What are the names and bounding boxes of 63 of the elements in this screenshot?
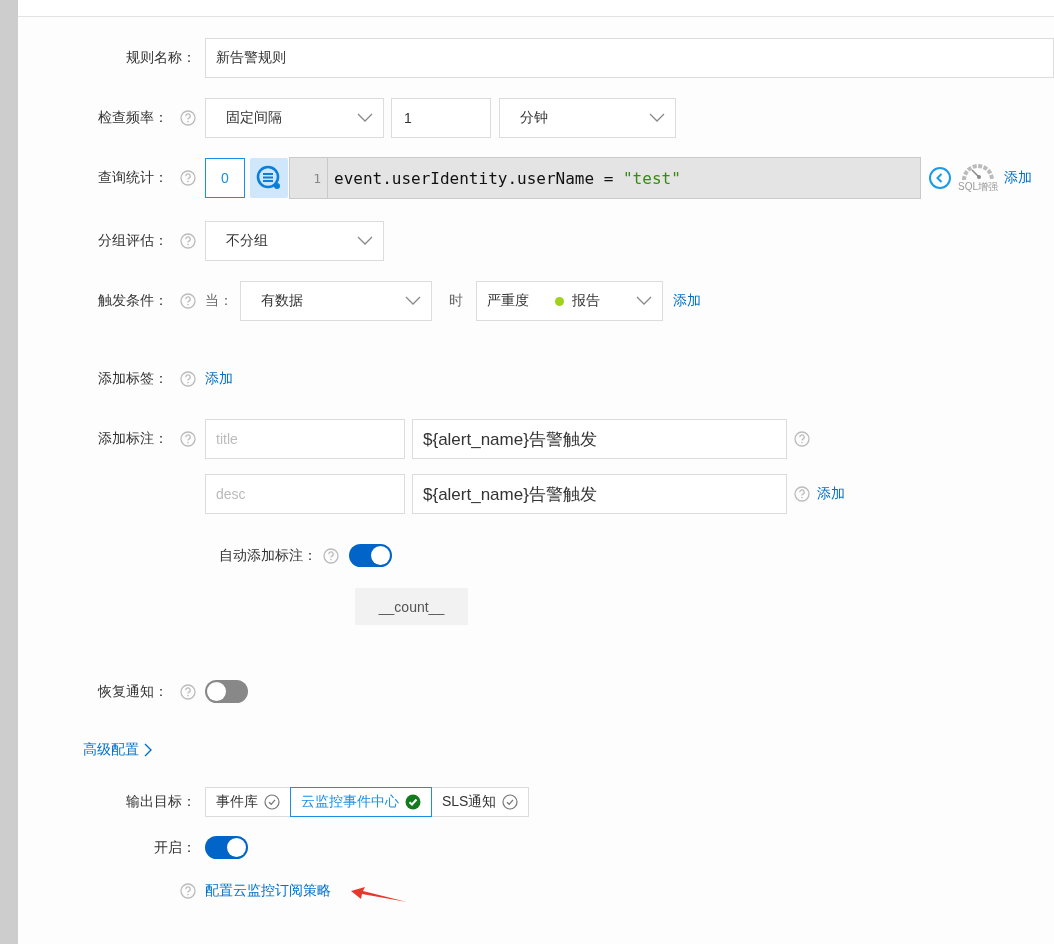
line-number: 1: [290, 158, 328, 198]
code-editor[interactable]: 1 event.userIdentity.userName = "test": [289, 157, 921, 199]
help-icon[interactable]: [323, 547, 339, 564]
help-icon[interactable]: [794, 486, 810, 502]
field-label: 开启：: [154, 838, 196, 857]
code-line: event.userIdentity.userName = "test": [333, 168, 681, 188]
search-list-icon: [256, 165, 282, 191]
help-icon[interactable]: [180, 170, 196, 186]
output-target-tab[interactable]: SLS通知: [431, 787, 530, 817]
toggle-switch[interactable]: [205, 680, 248, 703]
output-target-tab[interactable]: 云监控事件中心: [290, 787, 432, 817]
chevron-down-icon: [649, 113, 665, 123]
frequency-select[interactable]: 固定间隔: [205, 98, 384, 138]
output-target-tab[interactable]: 事件库: [205, 787, 291, 817]
add-link[interactable]: 添加: [205, 370, 233, 388]
field-label: 添加标签：: [98, 370, 168, 388]
field-label: 输出目标：: [126, 793, 196, 811]
toggle-switch[interactable]: [349, 544, 392, 567]
help-icon[interactable]: [180, 683, 196, 700]
count-box: 0: [205, 158, 245, 198]
field-label: 恢复通知：: [98, 682, 168, 701]
chevron-down-icon: [357, 113, 373, 123]
add-link[interactable]: 添加: [1004, 169, 1032, 187]
rule-name-input[interactable]: 新告警规则: [205, 38, 1054, 78]
then-label: 时: [449, 292, 463, 310]
gauge-icon: [960, 162, 996, 182]
help-icon[interactable]: [794, 431, 810, 447]
check-circle-icon: [405, 794, 421, 810]
value-input[interactable]: ${alert_name}告警触发: [412, 419, 787, 459]
interval-input[interactable]: 1: [391, 98, 491, 138]
unit-select[interactable]: 分钟: [499, 98, 676, 138]
field-label: 查询统计：: [98, 169, 168, 187]
help-icon[interactable]: [180, 431, 196, 447]
subscription-policy-link[interactable]: 配置云监控订阅策略: [205, 882, 331, 900]
toggle-switch[interactable]: [205, 836, 248, 859]
chevron-down-icon: [357, 236, 373, 246]
field-label: 触发条件：: [98, 292, 168, 310]
condition-select[interactable]: 有数据: [240, 281, 432, 321]
query-button[interactable]: [250, 158, 288, 198]
help-icon[interactable]: [180, 110, 196, 126]
help-icon[interactable]: [180, 371, 196, 387]
field-label: 检查频率：: [98, 109, 168, 127]
chevron-down-icon: [405, 296, 421, 306]
grouping-select[interactable]: 不分组: [205, 221, 384, 261]
advanced-settings-link[interactable]: 高级配置: [83, 741, 153, 759]
value-input[interactable]: ${alert_name}告警触发: [412, 474, 787, 514]
count-tag: __count__: [355, 588, 468, 625]
add-link[interactable]: 添加: [673, 292, 701, 310]
severity-select[interactable]: 严重度 报告: [476, 281, 663, 321]
chevron-down-icon: [636, 296, 652, 306]
check-circle-icon: [502, 794, 519, 810]
help-icon[interactable]: [180, 233, 196, 249]
help-icon[interactable]: [180, 883, 196, 899]
field-label: 自动添加标注：: [219, 546, 317, 565]
add-link[interactable]: 添加: [817, 485, 845, 503]
field-label: 规则名称：: [126, 49, 196, 67]
help-icon[interactable]: [180, 293, 196, 309]
check-circle-icon: [264, 794, 280, 810]
when-label: 当：: [205, 292, 234, 310]
chevron-right-icon: [143, 742, 153, 758]
field-label: 分组评估：: [98, 232, 168, 250]
field-label: 添加标注：: [98, 430, 168, 448]
collapse-left-icon[interactable]: [928, 166, 952, 190]
